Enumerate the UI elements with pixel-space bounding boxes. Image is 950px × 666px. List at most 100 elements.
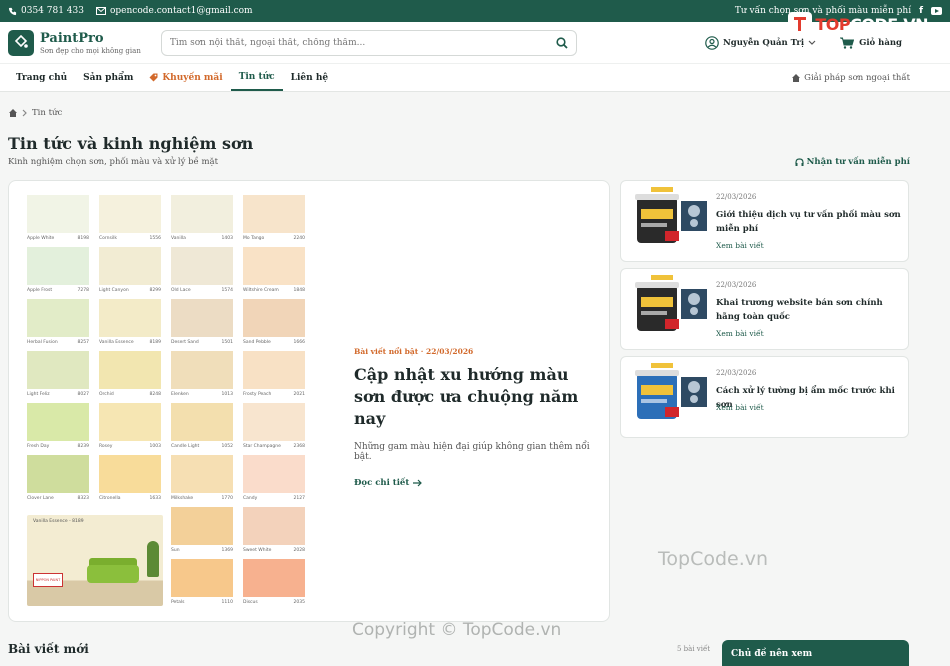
color-swatch (171, 403, 233, 441)
side-post-date: 22/03/2026 (716, 369, 757, 377)
swatch-name: Sun (171, 548, 180, 553)
youtube-icon[interactable] (931, 7, 942, 15)
side-post-link[interactable]: Xem bài viết (716, 329, 764, 338)
swatch-name: Apple White (27, 236, 55, 241)
color-swatch (99, 247, 161, 285)
phone-contact[interactable]: 0354 781 433 (8, 6, 84, 16)
swatch-name: Candle Light (171, 444, 200, 449)
nav-home[interactable]: Trang chủ (8, 64, 75, 91)
swatch-label: Wiltshire Cream 1848 (243, 288, 305, 293)
cart-icon (840, 37, 855, 49)
swatch-code: 8257 (77, 340, 89, 345)
read-more-link[interactable]: Đọc chi tiết (354, 478, 594, 488)
brand-logo[interactable]: PaintPro Sơn đẹp cho mọi không gian (8, 29, 141, 56)
swatch-label: Petals 1110 (171, 600, 233, 605)
swatch-code: 8198 (77, 236, 89, 241)
color-swatch (243, 455, 305, 493)
swatch-name: Rosey (99, 444, 113, 449)
side-post-title[interactable]: Giới thiệu dịch vụ tư vấn phối màu sơn m… (716, 208, 902, 236)
product-thumbnail (635, 363, 707, 419)
swatch-label: Desert Sand 1501 (171, 340, 233, 345)
topcode-badge-icon (788, 12, 813, 36)
main-nav: Trang chủ Sản phẩm Khuyến mãi Tin tức Li… (0, 64, 950, 92)
swatch-label: Vanilla Essence 8189 (99, 340, 161, 345)
swatch-name: Frosty Peach (243, 392, 272, 397)
plant-shape (147, 541, 159, 577)
swatch-label: Candy 2127 (243, 496, 305, 501)
swatch-label: Light Canyon 8299 (99, 288, 161, 293)
swatch-label: Orchid 8248 (99, 392, 161, 397)
side-post-card[interactable]: 22/03/2026 Khai trương website bán sơn ch… (620, 268, 909, 350)
swatch-name: Petals (171, 600, 185, 605)
side-post-date: 22/03/2026 (716, 281, 757, 289)
swatch-name: Fresh Day (27, 444, 50, 449)
color-swatch (171, 507, 233, 545)
color-swatch (243, 247, 305, 285)
swatch-code: 1013 (221, 392, 233, 397)
swatch-label: Apple Frost 7278 (27, 288, 89, 293)
swatch-name: Clover Lane (27, 496, 54, 501)
paint-bucket-icon (8, 29, 34, 56)
topics-panel-header: Chủ đề nên xem (722, 640, 909, 666)
swatch-code: 7278 (77, 288, 89, 293)
swatch-name: Herbal Fusion (27, 340, 58, 345)
swatch-label: Star Champagne 2368 (243, 444, 305, 449)
swatch-code: 1770 (221, 496, 233, 501)
swatch-code: 1369 (221, 548, 233, 553)
search-icon[interactable] (556, 36, 568, 49)
color-swatch (243, 559, 305, 597)
swatch-label: Discus 2035 (243, 600, 305, 605)
color-swatch (27, 351, 89, 389)
swatch-label: Apple White 8198 (27, 236, 89, 241)
side-post-card[interactable]: 22/03/2026 Cách xử lý tường bị ẩm mốc trư… (620, 356, 909, 438)
color-swatch (243, 403, 305, 441)
color-swatch (27, 403, 89, 441)
color-swatch (27, 455, 89, 493)
chevron-down-icon (808, 40, 816, 45)
swatch-label: Citronella 1633 (99, 496, 161, 501)
brand-name: PaintPro (40, 30, 104, 46)
nav-promotions[interactable]: Khuyến mãi (141, 64, 230, 91)
featured-post[interactable]: Vanilla Essence - 8189 NIPPON PAINT Appl… (8, 180, 610, 622)
email-contact[interactable]: opencode.contact1@gmail.com (95, 6, 253, 16)
swatch-code: 2127 (293, 496, 305, 501)
color-swatch (171, 195, 233, 233)
swatch-code: 1052 (221, 444, 233, 449)
swatch-code: 8189 (149, 340, 161, 345)
search-input[interactable] (169, 37, 530, 48)
search-bar (160, 29, 577, 56)
swatch-label: Vanilla 1403 (171, 236, 233, 241)
color-swatch (171, 247, 233, 285)
color-swatch (99, 351, 161, 389)
featured-meta: Bài viết nổi bật · 22/03/2026 (354, 347, 474, 356)
color-swatch (99, 195, 161, 233)
sofa-shape (87, 565, 139, 583)
nav-products[interactable]: Sản phẩm (75, 64, 141, 91)
color-swatch (171, 455, 233, 493)
swatch-code: 2035 (293, 600, 305, 605)
free-consult-link[interactable]: Nhận tư vấn miễn phí (795, 157, 910, 167)
free-consult-label: Nhận tư vấn miễn phí (806, 157, 910, 167)
color-swatch (99, 455, 161, 493)
cart-button[interactable]: Giỏ hàng (840, 37, 902, 49)
nav-contact[interactable]: Liên hệ (283, 64, 336, 91)
topcode-rest: CODE.VN (850, 14, 928, 34)
side-post-link[interactable]: Xem bài viết (716, 403, 764, 412)
swatch-code: 1110 (221, 600, 233, 605)
brand-logo-image: NIPPON PAINT (33, 573, 63, 587)
swatch-code: 1848 (293, 288, 305, 293)
swatch-name: Mo Tango (243, 236, 265, 241)
swatch-name: Discus (243, 600, 258, 605)
nav-news[interactable]: Tin tức (230, 64, 283, 91)
color-swatch (99, 299, 161, 337)
home-icon[interactable] (8, 108, 18, 118)
swatch-code: 1666 (293, 340, 305, 345)
featured-title[interactable]: Cập nhật xu hướng màu sơn được ưa chuộng… (354, 364, 594, 430)
side-post-link[interactable]: Xem bài viết (716, 241, 764, 250)
topcode-top: TOP (815, 14, 851, 34)
exterior-solution-link[interactable]: Giải pháp sơn ngoại thất (791, 64, 910, 92)
swatch-name: Desert Sand (171, 340, 199, 345)
side-post-title[interactable]: Khai trương website bán sơn chính hãng t… (716, 296, 902, 324)
side-post-card[interactable]: 22/03/2026 Giới thiệu dịch vụ tư vấn phối… (620, 180, 909, 262)
latest-posts-count: 5 bài viết (677, 645, 711, 653)
